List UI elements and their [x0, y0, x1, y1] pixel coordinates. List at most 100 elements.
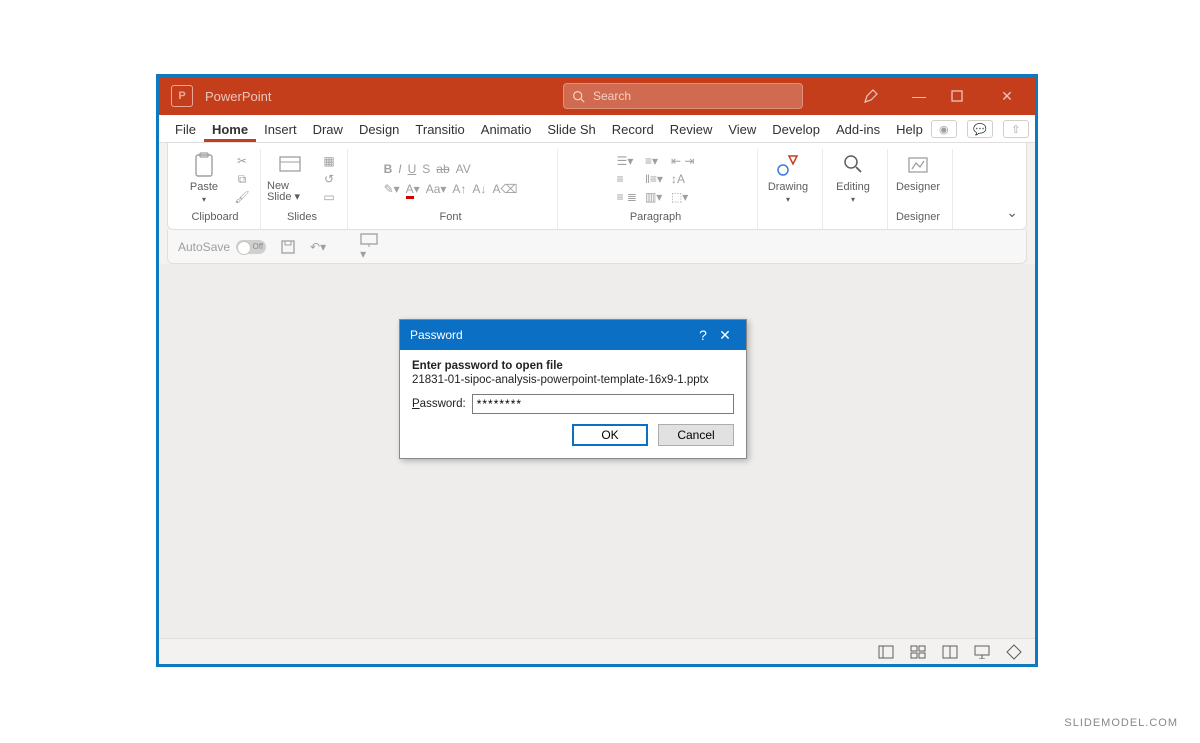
maximize-button[interactable]: [951, 90, 975, 102]
shrink-font-button[interactable]: A↓: [472, 182, 486, 196]
cancel-button[interactable]: Cancel: [658, 424, 734, 446]
tab-record[interactable]: Record: [604, 118, 662, 142]
toggle-switch[interactable]: Off: [236, 240, 266, 254]
tab-help[interactable]: Help: [888, 118, 931, 142]
format-painter-icon[interactable]: 🖌: [234, 190, 250, 204]
share-icon[interactable]: ⇧: [1003, 120, 1029, 138]
collapse-ribbon-button[interactable]: ⌄: [1006, 204, 1018, 221]
comments-icon[interactable]: 💬: [967, 120, 993, 138]
paste-button[interactable]: Paste ▾: [180, 151, 228, 204]
new-slide-label: New Slide ▾: [267, 181, 315, 203]
tab-design[interactable]: Design: [351, 118, 407, 142]
powerpoint-icon: P: [171, 85, 193, 107]
dialog-title: Password: [410, 328, 463, 342]
new-slide-button[interactable]: New Slide ▾: [267, 151, 315, 203]
group-font: B I U S ab AV ✎▾ A▾ Aa▾ A↑ A↓ A⌫ Font: [348, 149, 558, 229]
text-direction-button[interactable]: ↕A: [671, 172, 694, 186]
strike-button[interactable]: ab: [436, 162, 449, 176]
tab-transitions[interactable]: Transitio: [407, 118, 472, 142]
window-controls: — ✕: [863, 88, 1019, 105]
normal-view-button[interactable]: [877, 644, 895, 660]
group-clipboard: Paste ▾ ✂ ⧉ 🖌 Clipboard: [174, 149, 261, 229]
group-editing: Editing▾: [823, 149, 888, 229]
align-buttons[interactable]: ≡ ≣: [617, 190, 637, 204]
zoom-fit-button[interactable]: [1005, 644, 1023, 660]
password-input[interactable]: [472, 394, 734, 414]
group-slides: New Slide ▾ ▦ ↺ ▭ Slides: [261, 149, 348, 229]
drawing-icon: [774, 151, 802, 179]
copy-icon[interactable]: ⧉: [234, 172, 250, 186]
app-window: P PowerPoint Search — ✕ File Home Insert…: [156, 74, 1038, 667]
tab-home[interactable]: Home: [204, 118, 256, 142]
tab-view[interactable]: View: [720, 118, 764, 142]
italic-button[interactable]: I: [398, 162, 401, 176]
reading-view-button[interactable]: [941, 644, 959, 660]
slideshow-view-button[interactable]: [973, 644, 991, 660]
group-paragraph: ☰▾ ≡▾ ⇤ ⇥ ≡ ‖≡▾ ↕A ≡ ≣ ▥▾ ⬚▾ Paragraph: [558, 149, 758, 229]
drawing-button[interactable]: Drawing▾: [764, 151, 812, 204]
editing-label: Editing: [836, 181, 870, 193]
underline-button[interactable]: U: [408, 162, 417, 176]
tab-review[interactable]: Review: [662, 118, 721, 142]
pen-icon[interactable]: [863, 88, 887, 104]
password-label: Password:: [412, 398, 466, 410]
grow-font-button[interactable]: A↑: [452, 182, 466, 196]
group-drawing: Drawing▾: [758, 149, 823, 229]
dialog-titlebar: Password ? ✕: [400, 320, 746, 350]
section-icon[interactable]: ▭: [321, 190, 337, 204]
titlebar: P PowerPoint Search — ✕: [159, 77, 1035, 115]
convert-smartart-button[interactable]: ⬚▾: [671, 190, 694, 204]
ok-button[interactable]: OK: [572, 424, 648, 446]
new-slide-icon: [277, 151, 305, 179]
designer-icon: [904, 151, 932, 179]
font-color-button[interactable]: A▾: [406, 182, 420, 196]
watermark: SLIDEMODEL.COM: [1064, 717, 1178, 729]
save-button[interactable]: [280, 239, 296, 255]
reset-icon[interactable]: ↺: [321, 172, 337, 186]
numbering-button[interactable]: ≡▾: [645, 154, 663, 168]
highlight-button[interactable]: ✎▾: [384, 182, 400, 196]
app-name: PowerPoint: [205, 89, 271, 104]
drawing-label: Drawing: [768, 181, 808, 193]
shadow-button[interactable]: S: [422, 162, 430, 176]
layout-icon[interactable]: ▦: [321, 154, 337, 168]
dialog-close-button[interactable]: ✕: [714, 327, 736, 344]
tab-addins[interactable]: Add-ins: [828, 118, 888, 142]
align-left-button[interactable]: ≡: [617, 172, 637, 186]
tab-animations[interactable]: Animatio: [473, 118, 540, 142]
undo-button[interactable]: ↶▾: [310, 240, 326, 254]
tab-developer[interactable]: Develop: [764, 118, 828, 142]
spacing-button[interactable]: AV: [456, 162, 471, 176]
tab-draw[interactable]: Draw: [305, 118, 351, 142]
group-label: Slides: [287, 211, 317, 223]
clear-format-button[interactable]: A⌫: [492, 182, 517, 196]
group-label: Font: [439, 211, 461, 223]
designer-btn-label: Designer: [896, 181, 940, 193]
minimize-button[interactable]: —: [907, 88, 931, 104]
search-placeholder: Search: [593, 89, 631, 103]
indent-buttons[interactable]: ⇤ ⇥: [671, 154, 694, 168]
slide-canvas: Password ? ✕ Enter password to open file…: [159, 264, 1035, 638]
password-dialog: Password ? ✕ Enter password to open file…: [399, 319, 747, 459]
editing-button[interactable]: Editing▾: [829, 151, 877, 204]
close-button[interactable]: ✕: [995, 88, 1019, 105]
bullets-button[interactable]: ☰▾: [617, 154, 637, 168]
present-button[interactable]: ▾: [360, 233, 378, 261]
dialog-help-button[interactable]: ?: [692, 327, 714, 343]
search-input[interactable]: Search: [563, 83, 803, 109]
tab-insert[interactable]: Insert: [256, 118, 305, 142]
sorter-view-button[interactable]: [909, 644, 927, 660]
line-spacing-button[interactable]: ‖≡▾: [645, 172, 663, 186]
statusbar: [159, 638, 1035, 664]
bold-button[interactable]: B: [384, 162, 393, 176]
cut-icon[interactable]: ✂: [234, 154, 250, 168]
designer-button[interactable]: Designer: [894, 151, 942, 193]
autosave-label: AutoSave: [178, 240, 230, 254]
change-case-button[interactable]: Aa▾: [426, 182, 447, 196]
clipboard-icon: [190, 151, 218, 179]
tab-file[interactable]: File: [167, 118, 204, 142]
columns-button[interactable]: ▥▾: [645, 190, 663, 204]
tab-slideshow[interactable]: Slide Sh: [539, 118, 603, 142]
record-icon[interactable]: ◉: [931, 120, 957, 138]
autosave-toggle[interactable]: AutoSave Off: [178, 240, 266, 254]
